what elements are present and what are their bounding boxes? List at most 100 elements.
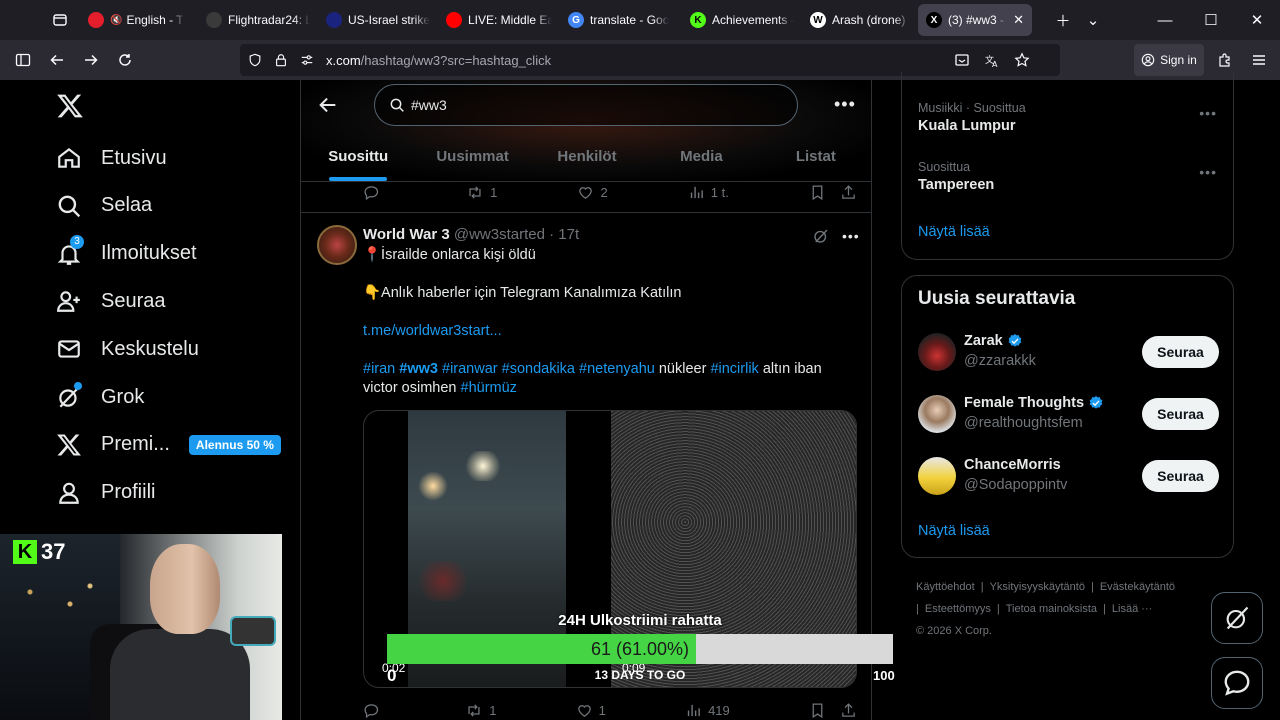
search-icon bbox=[390, 98, 404, 112]
avatar[interactable] bbox=[918, 333, 956, 371]
tweet-author-handle[interactable]: @ww3started bbox=[454, 226, 545, 243]
footer-link[interactable]: Lisää ··· bbox=[1112, 603, 1152, 615]
bookmark-icon[interactable] bbox=[809, 184, 826, 201]
browser-tab[interactable]: US-Israel strike bbox=[318, 4, 438, 36]
tab-overflow-button[interactable]: ⌄ bbox=[1070, 0, 1116, 40]
hashtag-link[interactable]: #netenyahu bbox=[579, 361, 655, 377]
lock-icon[interactable] bbox=[274, 53, 288, 67]
tweet-more-icon[interactable]: ••• bbox=[842, 228, 860, 244]
follow-suggestion[interactable]: Female Thoughts @realthoughtsfem Seuraa bbox=[918, 395, 1219, 439]
translate-icon[interactable]: 文A bbox=[984, 52, 1000, 68]
tab-muted-icon[interactable]: 🔇 bbox=[110, 15, 122, 26]
grok-fab-button[interactable] bbox=[1211, 592, 1263, 644]
footer-link[interactable]: Käyttöehdot bbox=[916, 581, 975, 593]
like-button[interactable]: 2 bbox=[577, 184, 608, 201]
messages-fab-button[interactable] bbox=[1211, 657, 1263, 709]
hashtag-link[interactable]: #iranwar bbox=[442, 361, 498, 377]
share-icon[interactable] bbox=[840, 184, 857, 201]
footer-link[interactable]: Esteettömyys bbox=[925, 603, 991, 615]
tab-0[interactable]: Suosittu bbox=[301, 132, 415, 181]
forward-icon bbox=[85, 54, 98, 66]
hashtag-link[interactable]: #iran bbox=[363, 361, 395, 377]
follow-button[interactable]: Seuraa bbox=[1142, 460, 1219, 492]
maximize-button[interactable]: ☐ bbox=[1188, 0, 1234, 40]
reply-button[interactable] bbox=[363, 702, 386, 719]
tweet-link[interactable]: t.me/worldwar3start... bbox=[363, 323, 502, 339]
close-tab-icon[interactable]: ✕ bbox=[1013, 12, 1024, 28]
avatar[interactable] bbox=[317, 225, 357, 265]
trend-more-icon[interactable]: ••• bbox=[1199, 164, 1217, 180]
follow-suggestion[interactable]: Zarak @zzarakkk Seuraa bbox=[918, 333, 1219, 377]
close-window-button[interactable]: ✕ bbox=[1234, 0, 1280, 40]
browser-tab[interactable]: W Arash (drone) - bbox=[802, 4, 918, 36]
who-to-follow-show-more-link[interactable]: Näytä lisää bbox=[918, 523, 990, 539]
search-input[interactable]: #ww3 bbox=[374, 84, 798, 126]
follow-button[interactable]: Seuraa bbox=[1142, 398, 1219, 430]
footer-link[interactable]: Tietoa mainoksista bbox=[1006, 603, 1097, 615]
grok-icon[interactable] bbox=[812, 227, 830, 245]
tab-1[interactable]: Uusimmat bbox=[415, 132, 529, 181]
back-arrow-icon[interactable] bbox=[317, 94, 339, 116]
views-button[interactable]: 419 bbox=[685, 702, 730, 719]
premium-discount-badge[interactable]: Alennus 50 % bbox=[188, 434, 281, 455]
nav-item-bell[interactable]: 3 Ilmoitukset bbox=[56, 234, 197, 274]
nav-item-follow[interactable]: Seuraa bbox=[56, 281, 166, 321]
shield-icon[interactable] bbox=[248, 53, 262, 67]
minimize-button[interactable]: — bbox=[1142, 0, 1188, 40]
nav-item-mail[interactable]: Keskustelu bbox=[56, 329, 199, 369]
permissions-icon[interactable] bbox=[300, 53, 314, 67]
browser-tab[interactable]: X (3) #ww3 - X ✕ bbox=[918, 4, 1032, 36]
tweet-author-name[interactable]: World War 3 bbox=[363, 226, 450, 243]
nav-item-profile[interactable]: Profiili bbox=[56, 473, 155, 513]
app-menu-button[interactable] bbox=[1242, 44, 1276, 76]
trend-item[interactable]: Musiikki · Suosittua Kuala Lumpur bbox=[918, 101, 1026, 134]
nav-item-grok[interactable]: Grok bbox=[56, 377, 144, 417]
reader-view-icon[interactable] bbox=[954, 52, 970, 68]
browser-tab[interactable]: LIVE: Middle Ea bbox=[438, 4, 560, 36]
tab-4[interactable]: Listat bbox=[759, 132, 871, 181]
retweet-button[interactable]: 1 bbox=[465, 702, 496, 719]
back-button[interactable] bbox=[40, 44, 74, 76]
like-button[interactable]: 1 bbox=[576, 702, 606, 719]
grok-icon bbox=[56, 382, 82, 410]
forward-button[interactable] bbox=[74, 44, 108, 76]
hashtag-link[interactable]: #ww3 bbox=[399, 361, 438, 377]
sidebar-toggle-button[interactable] bbox=[6, 44, 40, 76]
reply-button[interactable] bbox=[363, 184, 386, 201]
trend-more-icon[interactable]: ••• bbox=[1199, 105, 1217, 121]
nav-item-home[interactable]: Etusivu bbox=[56, 138, 167, 178]
sign-in-label: Sign in bbox=[1160, 53, 1197, 67]
tweet-time[interactable]: · 17t bbox=[549, 226, 579, 243]
tab-2[interactable]: Henkilöt bbox=[530, 132, 644, 181]
more-options-icon[interactable]: ••• bbox=[834, 94, 856, 115]
footer-link[interactable]: Yksityisyyskäytäntö bbox=[990, 581, 1085, 593]
reload-button[interactable] bbox=[108, 44, 142, 76]
bookmark-icon[interactable] bbox=[809, 702, 826, 719]
x-logo-icon[interactable] bbox=[56, 92, 84, 120]
footer-link[interactable]: Evästekäytäntö bbox=[1100, 581, 1175, 593]
browser-tab[interactable]: Gtranslate - Goo bbox=[560, 4, 682, 36]
nav-item-search[interactable]: Selaa bbox=[56, 186, 152, 226]
footer-link[interactable]: © 2026 X Corp. bbox=[916, 625, 992, 637]
trend-item[interactable]: Suosittua Tampereen bbox=[918, 160, 994, 193]
browser-tab[interactable]: Flightradar24: L bbox=[198, 4, 318, 36]
avatar[interactable] bbox=[918, 457, 956, 495]
trends-show-more-link[interactable]: Näytä lisää bbox=[918, 224, 990, 240]
hashtag-link[interactable]: #hürmüz bbox=[461, 380, 517, 396]
follow-suggestion[interactable]: ChanceMorris @Sodapoppintv Seuraa bbox=[918, 457, 1219, 501]
nav-item-x[interactable]: Premi... Alennus 50 % bbox=[56, 425, 281, 465]
hashtag-link[interactable]: #incirlik bbox=[710, 361, 758, 377]
follow-button[interactable]: Seuraa bbox=[1142, 336, 1219, 368]
avatar[interactable] bbox=[918, 395, 956, 433]
nav-item-label: Ilmoitukset bbox=[101, 242, 197, 265]
views-icon bbox=[690, 186, 703, 198]
hashtag-link[interactable]: #sondakika bbox=[502, 361, 575, 377]
retweet-button[interactable]: 1 bbox=[466, 184, 497, 201]
browser-tab[interactable]: 🔇 English - T bbox=[80, 4, 198, 36]
bookmark-star-icon[interactable] bbox=[1014, 52, 1030, 68]
views-button[interactable]: 1 t. bbox=[688, 184, 729, 201]
browser-tab[interactable]: K Achievements - bbox=[682, 4, 802, 36]
share-icon[interactable] bbox=[840, 702, 857, 719]
tab-3[interactable]: Media bbox=[644, 132, 758, 181]
tab-list-button[interactable] bbox=[40, 0, 80, 40]
